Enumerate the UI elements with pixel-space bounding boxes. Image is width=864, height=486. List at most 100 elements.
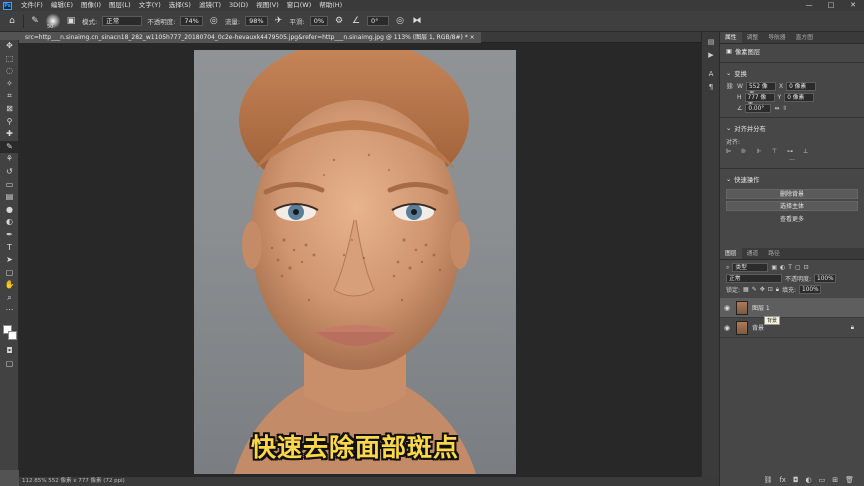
trash-icon[interactable]: 🗑︎: [845, 476, 854, 484]
clone-stamp-tool-icon[interactable]: ⚘: [0, 153, 19, 166]
layer-opacity-field[interactable]: 100%: [814, 274, 837, 283]
background-color-swatch[interactable]: [8, 331, 17, 340]
tab-channels[interactable]: 通道: [742, 248, 764, 259]
filter-smart-icon[interactable]: ⊡: [804, 264, 809, 271]
quick-actions-header[interactable]: ⌄ 快速操作: [720, 172, 864, 187]
character-icon[interactable]: A: [702, 68, 720, 81]
tab-navigator[interactable]: 导航器: [763, 32, 790, 43]
blur-tool-icon[interactable]: ●: [0, 204, 19, 217]
brush-preset-picker[interactable]: 50: [46, 14, 60, 30]
lock-paint-icon[interactable]: ✎: [752, 286, 757, 293]
layer-name[interactable]: 图层 1: [752, 303, 770, 312]
actions-icon[interactable]: ▶: [702, 49, 720, 62]
lock-artboard-icon[interactable]: ⊡: [768, 286, 773, 293]
menu-layer[interactable]: 图层(L): [105, 0, 135, 11]
view-more-link[interactable]: 查看更多: [720, 213, 864, 224]
menu-filter[interactable]: 滤镜(T): [195, 0, 225, 11]
more-options-icon[interactable]: ···: [789, 157, 795, 164]
align-top-icon[interactable]: ⊤: [772, 148, 777, 155]
paragraph-icon[interactable]: ¶: [702, 81, 720, 94]
menu-edit[interactable]: 编辑(E): [47, 0, 77, 11]
path-select-tool-icon[interactable]: ➤: [0, 254, 19, 267]
tab-histogram[interactable]: 直方图: [791, 32, 818, 43]
align-hcenter-icon[interactable]: ⊪: [741, 148, 746, 155]
portrait-photo[interactable]: 快速去除面部斑点: [194, 50, 516, 474]
eye-icon[interactable]: ◉: [724, 324, 732, 332]
align-bottom-icon[interactable]: ⊥: [803, 148, 808, 155]
layer-row[interactable]: ◉ 背景 背景 🔒︎: [720, 316, 864, 338]
healing-brush-tool-icon[interactable]: ✚: [0, 128, 19, 141]
menu-help[interactable]: 帮助(H): [315, 0, 346, 11]
link-icon[interactable]: ⛓: [726, 83, 734, 90]
flip-horizontal-icon[interactable]: ⇹: [774, 105, 779, 112]
pen-tool-icon[interactable]: ✒: [0, 229, 19, 242]
lock-all-icon[interactable]: 🔒︎: [776, 286, 779, 294]
tab-paths[interactable]: 路径: [763, 248, 785, 259]
maximize-button[interactable]: □: [820, 0, 842, 11]
history-brush-tool-icon[interactable]: ↺: [0, 166, 19, 179]
y-field[interactable]: 0 像素: [784, 93, 815, 102]
symmetry-icon[interactable]: ⧓: [411, 15, 423, 27]
history-icon[interactable]: ▤: [702, 36, 720, 49]
eraser-tool-icon[interactable]: ▭: [0, 179, 19, 192]
height-field[interactable]: 777 像素: [744, 93, 775, 109]
adjustment-layer-icon[interactable]: ◐: [806, 476, 812, 484]
zoom-tool-icon[interactable]: ⌕: [0, 292, 19, 305]
filter-shape-icon[interactable]: ▢: [795, 264, 801, 271]
align-section-header[interactable]: ⌄ 对齐并分布: [720, 121, 864, 136]
remove-background-button[interactable]: 删除背景: [726, 189, 858, 199]
menu-select[interactable]: 选择(S): [165, 0, 195, 11]
angle-field[interactable]: 0.00°: [745, 104, 772, 113]
brush-tool-icon[interactable]: ✎: [0, 140, 19, 154]
new-layer-icon[interactable]: ⊞: [832, 476, 838, 484]
lock-pixels-icon[interactable]: ▦: [743, 286, 749, 293]
layer-name[interactable]: 背景: [752, 323, 764, 332]
close-tab-icon[interactable]: ×: [470, 34, 475, 41]
filter-type-icon[interactable]: T: [788, 264, 792, 271]
marquee-tool-icon[interactable]: ⬚: [0, 53, 19, 66]
gear-icon[interactable]: ⚙: [333, 15, 345, 27]
airbrush-icon[interactable]: ✈: [273, 15, 285, 27]
tab-layers[interactable]: 图层: [720, 248, 742, 259]
filter-pixel-icon[interactable]: ▣: [771, 264, 777, 271]
dodge-tool-icon[interactable]: ◐: [0, 216, 19, 229]
fill-field[interactable]: 100%: [799, 285, 822, 294]
filter-adjust-icon[interactable]: ◐: [780, 264, 785, 271]
close-button[interactable]: ✕: [842, 0, 864, 11]
menu-type[interactable]: 文字(Y): [135, 0, 165, 11]
type-tool-icon[interactable]: T: [0, 242, 19, 255]
quick-select-tool-icon[interactable]: ✧: [0, 78, 19, 91]
angle-field[interactable]: 0°: [367, 16, 390, 26]
flip-vertical-icon[interactable]: ⇳: [782, 105, 787, 112]
layer-filter-dropdown[interactable]: 类型: [732, 263, 769, 272]
quick-mask-icon[interactable]: ◘: [0, 345, 19, 358]
menu-view[interactable]: 视图(V): [252, 0, 283, 11]
frame-tool-icon[interactable]: ⊠: [0, 103, 19, 116]
eyedropper-tool-icon[interactable]: ⚲: [0, 116, 19, 129]
screen-mode-icon[interactable]: ▢: [0, 358, 19, 371]
crop-tool-icon[interactable]: ⌗: [0, 90, 19, 103]
menu-3d[interactable]: 3D(D): [225, 0, 252, 11]
menu-file[interactable]: 文件(F): [17, 0, 47, 11]
width-field[interactable]: 552 像素: [745, 82, 776, 98]
move-tool-icon[interactable]: ✥: [0, 40, 19, 53]
mode-dropdown[interactable]: 正常: [102, 16, 143, 26]
lasso-tool-icon[interactable]: ◌: [0, 65, 19, 78]
transform-section-header[interactable]: ⌄ 变换: [720, 66, 864, 81]
menu-window[interactable]: 窗口(W): [283, 0, 316, 11]
flow-field[interactable]: 98%: [245, 16, 268, 26]
blend-mode-dropdown[interactable]: 正常: [726, 274, 782, 283]
brush-tool-icon[interactable]: ✎: [29, 15, 41, 27]
brush-settings-icon[interactable]: ▣: [65, 15, 77, 27]
pressure-opacity-icon[interactable]: ◎: [208, 15, 220, 27]
smoothing-field[interactable]: 0%: [309, 16, 329, 26]
canvas-area[interactable]: 快速去除面部斑点: [19, 43, 719, 477]
lock-position-icon[interactable]: ✥: [760, 286, 765, 293]
pressure-size-icon[interactable]: ◎: [394, 15, 406, 27]
link-layers-icon[interactable]: ⛓: [763, 476, 772, 484]
align-left-icon[interactable]: ⊫: [726, 148, 731, 155]
document-tab[interactable]: src=http___n.sinaimg.cn_sinacn18_282_w11…: [19, 32, 481, 43]
hand-tool-icon[interactable]: ✋: [0, 279, 19, 292]
home-icon[interactable]: ⌂: [6, 15, 18, 27]
minimize-button[interactable]: —: [798, 0, 820, 11]
